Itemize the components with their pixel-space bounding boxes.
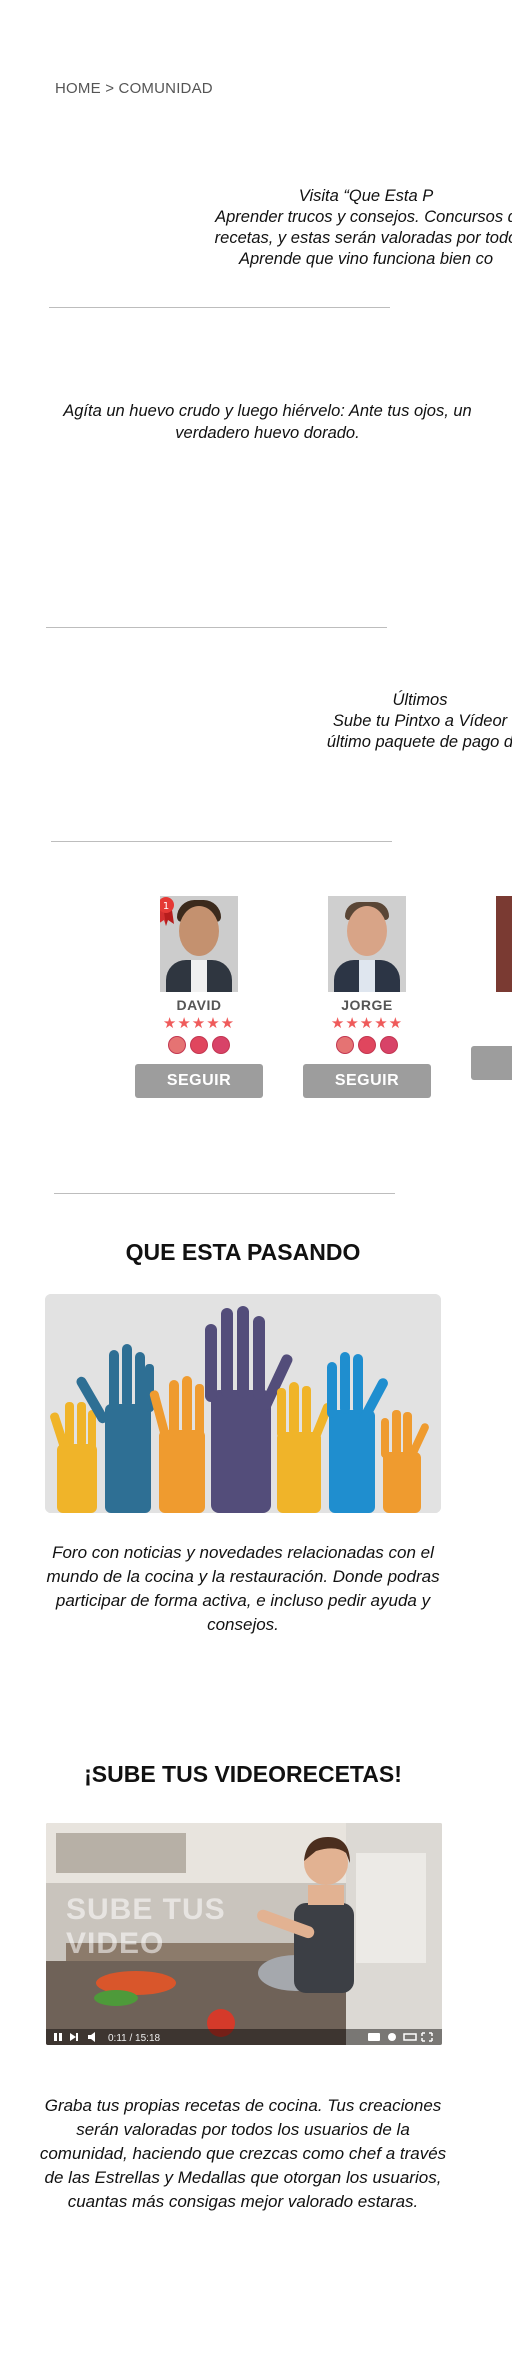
- subtitles-icon[interactable]: [368, 2033, 380, 2041]
- settings-icon[interactable]: [388, 2033, 396, 2041]
- latest-text: Últimos Sube tu Pintxo a Vídeor último p…: [290, 690, 512, 753]
- section-title-videorecipes: ¡SUBE TUS VIDEORECETAS!: [84, 1761, 402, 1787]
- pause-icon[interactable]: [54, 2033, 62, 2041]
- videorecipes-description: Graba tus propias recetas de cocina. Tus…: [39, 2096, 447, 2211]
- follow-button[interactable]: SEGUIR: [135, 1064, 263, 1098]
- divider: [49, 307, 390, 308]
- user-name[interactable]: DAVID: [134, 997, 264, 1013]
- fullscreen-icon[interactable]: [421, 2032, 433, 2042]
- breadcrumb-separator: >: [105, 80, 115, 97]
- pepper-medal-icon: [190, 1036, 208, 1054]
- avatar[interactable]: [328, 896, 406, 992]
- pepper-medal-icon: [358, 1036, 376, 1054]
- bottle-medal-icon: [380, 1036, 398, 1054]
- cooking-tip: Agíta un huevo crudo y luego hiérvelo: A…: [63, 402, 472, 442]
- follow-button[interactable]: S: [471, 1046, 512, 1080]
- svg-text:1: 1: [163, 901, 169, 912]
- user-name[interactable]: A: [470, 997, 512, 1013]
- divider: [54, 1193, 395, 1194]
- divider: [46, 627, 387, 628]
- award-ribbon-icon: 1: [160, 897, 174, 926]
- latest-line: Sube tu Pintxo a Vídeor: [332, 712, 508, 730]
- section-title-community: QUE ESTA PASANDO: [125, 1239, 361, 1265]
- next-icon[interactable]: [70, 2033, 78, 2041]
- community-hands-image[interactable]: [45, 1294, 441, 1513]
- breadcrumb: HOME > COMUNIDAD: [55, 80, 213, 97]
- community-description: Foro con noticias y novedades relacionad…: [46, 1543, 440, 1634]
- user-rating-stars: ★★★★★: [162, 1015, 236, 1032]
- breadcrumb-current: COMUNIDAD: [118, 80, 213, 97]
- avatar[interactable]: [496, 896, 512, 992]
- video-overlay-line: VIDEO: [66, 1927, 165, 1960]
- video-overlay-line: SUBE TUS: [66, 1893, 226, 1926]
- latest-line: último paquete de pago d: [326, 733, 512, 751]
- breadcrumb-home-link[interactable]: HOME: [55, 80, 101, 97]
- video-overlay-text: SUBE TUS VIDEO: [66, 1893, 226, 1961]
- divider: [51, 841, 392, 842]
- latest-line: Últimos: [392, 691, 448, 709]
- video-player[interactable]: SUBE TUS VIDEO 0:11 / 15:18: [46, 1823, 442, 2045]
- user-rating-stars: ★: [470, 1015, 512, 1033]
- intro-line: Aprende que vino funciona bien co: [238, 250, 494, 268]
- follow-button[interactable]: SEGUIR: [303, 1064, 431, 1098]
- user-card-jorge: JORGE ★★★★★ SEGUIR: [302, 896, 432, 1098]
- user-card-partial: A ★ S: [470, 896, 512, 1080]
- intro-line: Visita “Que Esta P: [298, 187, 434, 205]
- avatar[interactable]: 1: [160, 896, 238, 992]
- theater-mode-icon[interactable]: [403, 2033, 417, 2041]
- video-controls[interactable]: 0:11 / 15:18: [46, 2029, 442, 2045]
- user-card-david: 1 DAVID ★★★★★ SEGUIR: [134, 896, 264, 1098]
- community-page: HOME > COMUNIDAD Visita “Que Esta P Apre…: [0, 0, 512, 2369]
- intro-line: Aprender trucos y consejos. Concursos d: [215, 208, 512, 226]
- user-medals: [134, 1036, 264, 1054]
- video-time: 0:11 / 15:18: [108, 2033, 161, 2044]
- chef-hat-medal-icon: [168, 1036, 186, 1054]
- intro-text: Visita “Que Esta P Aprender trucos y con…: [196, 186, 512, 270]
- intro-line: recetas, y estas serán valoradas por tod…: [214, 229, 512, 247]
- chef-hat-medal-icon: [336, 1036, 354, 1054]
- user-rating-stars: ★★★★★: [330, 1015, 404, 1032]
- volume-icon[interactable]: [88, 2032, 95, 2042]
- user-medals: [302, 1036, 432, 1054]
- user-name[interactable]: JORGE: [302, 997, 432, 1013]
- bottle-medal-icon: [212, 1036, 230, 1054]
